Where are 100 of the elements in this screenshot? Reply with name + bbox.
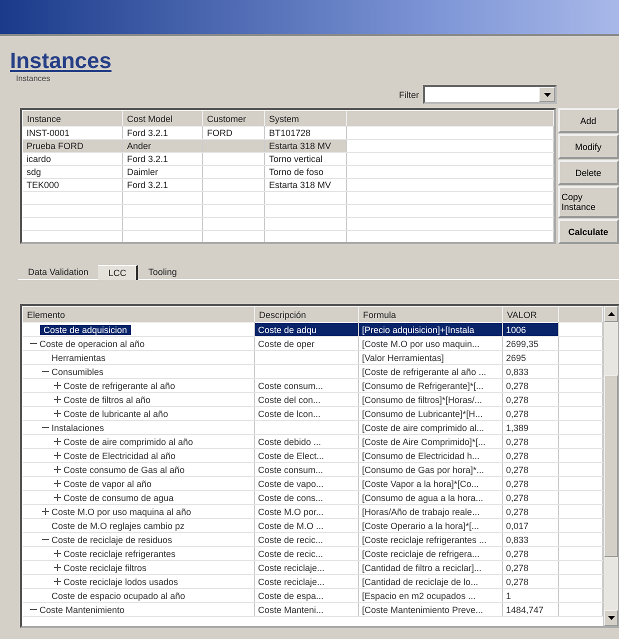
table-cell[interactable] [202,166,264,178]
plus-icon[interactable] [42,508,48,515]
tab[interactable]: LCC [98,265,138,280]
table-cell: Coste consum... [254,462,358,476]
table-cell: Coste reciclaje... [254,574,358,588]
scrollbar-thumb[interactable] [604,375,618,557]
tree-item[interactable]: Consumibles [52,366,104,376]
tree-item[interactable]: Coste de filtros al año [64,394,151,404]
minus-icon[interactable] [42,368,48,375]
table-cell[interactable]: Ford 3.2.1 [122,152,202,166]
table-cell[interactable]: Estarta 318 MV [264,178,346,192]
tree-item[interactable]: Coste de reciclaje de residuos [52,534,172,544]
table-cell: [Horas/Año de trabajo reale... [358,504,502,518]
table-cell[interactable]: sdg [22,166,122,178]
tree-item[interactable]: Coste de vapor al año [64,478,152,488]
minus-icon[interactable] [42,536,48,543]
plus-icon[interactable] [54,466,60,473]
table-cell: [Coste de Aire Comprimido]*[... [358,434,502,448]
column-header[interactable]: Cost Model [122,110,202,126]
table-cell[interactable]: Ander [122,140,202,152]
tree-item[interactable]: Coste reciclaje filtros [64,562,147,572]
plus-icon[interactable] [54,452,60,459]
table-cell: 0,278 [502,406,558,420]
tree-item[interactable]: Coste de M.O reglajes cambio pz [52,520,185,530]
table-cell: 0,278 [502,490,558,504]
plus-icon[interactable] [54,550,60,557]
filter-dropdown[interactable] [423,85,557,104]
table-cell[interactable]: Torno de foso [264,166,346,178]
table-cell: [Coste Operario a la hora]*[... [358,518,502,532]
table-cell: [Valor Herramientas] [358,350,502,364]
tree-item[interactable]: Coste de operacion al año [40,338,145,348]
plus-icon[interactable] [54,410,60,417]
table-cell[interactable]: Ford 3.2.1 [122,178,202,192]
minus-icon[interactable] [42,424,48,431]
tree-item[interactable]: Coste de lubricante al año [64,408,168,418]
table-cell: Coste de oper [254,336,358,350]
tree-item[interactable]: Coste de espacio ocupado al año [52,590,186,600]
table-cell: Coste de Elect... [254,448,358,462]
table-cell: [Coste Mantenimiento Preve... [358,602,502,616]
table-cell[interactable] [202,178,264,192]
table-cell: 0,278 [502,434,558,448]
table-cell[interactable]: TEK000 [22,178,122,192]
table-cell: 1,389 [502,420,558,434]
table-cell[interactable] [202,140,264,152]
table-cell: [Consumo de Gas por hora]*... [358,462,502,476]
tree-item[interactable]: Coste Mantenimiento [40,604,125,614]
tree-item[interactable]: Coste consumo de Gas al año [64,464,185,474]
column-header[interactable]: VALOR [502,306,558,322]
table-cell: 2699,35 [502,336,558,350]
table-cell: 0,278 [502,560,558,574]
minus-icon[interactable] [30,340,36,347]
tree-item[interactable]: Coste de consumo de agua [64,492,174,502]
filter-label: Filter [399,90,419,100]
scroll-up-button[interactable] [604,306,618,322]
table-cell[interactable]: Estarta 318 MV [264,140,346,152]
plus-icon[interactable] [54,480,60,487]
tree-item[interactable]: Instalaciones [52,422,104,432]
column-header[interactable]: System [264,110,346,126]
action-button[interactable]: Copy Instance [558,186,619,218]
action-button[interactable]: Delete [558,160,619,185]
table-cell: Coste de recic... [254,532,358,546]
column-header[interactable]: Elemento [22,306,254,322]
table-cell: [Coste Vapor a la hora]*[Co... [358,476,502,490]
column-header[interactable]: Instance [22,110,122,126]
table-cell: Coste de lcon... [254,406,358,420]
plus-icon[interactable] [54,578,60,585]
plus-icon[interactable] [54,494,60,501]
table-cell: 0,278 [502,546,558,560]
table-cell: Coste Manteni... [254,602,358,616]
action-button[interactable]: Modify [558,134,619,159]
tree-item[interactable]: Herramientas [52,352,106,362]
tree-item[interactable]: Coste de Electricidad al año [64,450,176,460]
table-cell: [Coste de refrigerante al año ... [358,364,502,378]
tree-item[interactable]: Coste de refrigerante al año [64,380,176,390]
minus-icon[interactable] [30,606,36,613]
table-cell[interactable]: icardo [22,152,122,166]
tree-item[interactable]: Coste de adquisicion [40,324,132,334]
table-cell[interactable] [202,152,264,166]
table-cell: [Coste reciclaje refrigerantes ... [358,532,502,546]
column-header[interactable]: Customer [202,110,264,126]
tree-item[interactable]: Coste de aire comprimido al año [64,436,194,446]
table-cell[interactable]: Torno vertical [264,152,346,166]
table-cell[interactable]: Prueba FORD [22,140,122,152]
table-cell: 0,278 [502,476,558,490]
tree-item[interactable]: Coste reciclaje lodos usados [64,576,178,586]
action-button[interactable]: Add [558,108,619,133]
tree-item[interactable]: Coste M.O por uso maquina al año [52,506,192,516]
column-header[interactable]: Descripción [254,306,358,322]
tree-item[interactable]: Coste reciclaje refrigerantes [64,548,176,558]
column-header[interactable]: Formula [358,306,502,322]
table-cell[interactable]: Daimler [122,166,202,178]
plus-icon[interactable] [54,564,60,571]
table-cell: [Consumo de agua a la hora... [358,490,502,504]
table-cell: 0,278 [502,378,558,392]
table-cell: 0,278 [502,448,558,462]
plus-icon[interactable] [54,438,60,445]
plus-icon[interactable] [54,382,60,389]
scroll-down-button[interactable] [604,610,618,626]
plus-icon[interactable] [54,396,60,403]
action-button[interactable]: Calculate [558,219,619,244]
